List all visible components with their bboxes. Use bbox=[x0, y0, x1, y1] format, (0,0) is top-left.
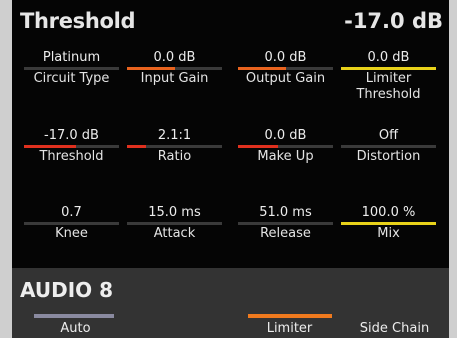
param-track bbox=[24, 222, 119, 225]
param-track bbox=[341, 67, 436, 70]
param-label: Mix bbox=[377, 226, 400, 241]
param-value: 0.0 dB bbox=[367, 50, 410, 65]
parameter-title: Threshold bbox=[20, 9, 136, 33]
param-circuit-type[interactable]: Platinum Circuit Type bbox=[22, 50, 121, 87]
param-track bbox=[238, 222, 333, 225]
param-track bbox=[238, 67, 333, 70]
param-fill bbox=[127, 145, 146, 148]
param-fill bbox=[341, 222, 436, 225]
param-value: 0.7 bbox=[61, 205, 82, 220]
param-value: -17.0 dB bbox=[44, 128, 99, 143]
param-label: Knee bbox=[55, 226, 88, 241]
param-value: 2.1:1 bbox=[157, 128, 192, 143]
param-value: 100.0 % bbox=[361, 205, 416, 220]
param-track bbox=[24, 145, 119, 148]
param-track bbox=[24, 67, 119, 70]
param-track bbox=[238, 145, 333, 148]
param-value: 15.0 ms bbox=[148, 205, 201, 220]
param-fill bbox=[24, 145, 77, 148]
param-track bbox=[127, 67, 222, 70]
param-mix[interactable]: 100.0 % Mix bbox=[339, 205, 438, 242]
param-input-gain[interactable]: 0.0 dB Input Gain bbox=[125, 50, 224, 87]
track-footer: AUDIO 8 Auto Limiter Side Chain bbox=[12, 268, 449, 338]
param-label: Attack bbox=[153, 226, 196, 241]
param-knee[interactable]: 0.7 Knee bbox=[22, 205, 121, 242]
auto-button-indicator bbox=[34, 314, 114, 318]
param-label: Circuit Type bbox=[33, 71, 110, 86]
param-label: Make Up bbox=[257, 149, 314, 164]
param-track bbox=[127, 145, 222, 148]
param-value: 0.0 dB bbox=[264, 128, 307, 143]
param-track bbox=[127, 222, 222, 225]
param-value: Platinum bbox=[42, 50, 101, 65]
param-fill bbox=[341, 67, 436, 70]
param-label: Release bbox=[260, 226, 311, 241]
param-track bbox=[341, 145, 436, 148]
param-limiter-threshold[interactable]: 0.0 dB Limiter Threshold bbox=[339, 50, 438, 103]
param-label: Input Gain bbox=[140, 71, 209, 86]
plugin-screen: Threshold -17.0 dB Platinum Circuit Type… bbox=[12, 0, 449, 338]
param-fill bbox=[238, 67, 286, 70]
param-distortion[interactable]: Off Distortion bbox=[339, 128, 438, 165]
param-track bbox=[341, 222, 436, 225]
param-label: Output Gain bbox=[245, 71, 326, 86]
track-name: AUDIO 8 bbox=[20, 278, 114, 302]
param-fill bbox=[127, 67, 175, 70]
param-value: 0.0 dB bbox=[153, 50, 196, 65]
limiter-button-indicator bbox=[248, 314, 332, 318]
param-label: Threshold bbox=[39, 149, 104, 164]
param-value: Off bbox=[378, 128, 399, 143]
param-value: 0.0 dB bbox=[264, 50, 307, 65]
param-attack[interactable]: 15.0 ms Attack bbox=[125, 205, 224, 242]
parameter-value-readout: -17.0 dB bbox=[344, 9, 443, 33]
param-make-up[interactable]: 0.0 dB Make Up bbox=[236, 128, 335, 165]
param-output-gain[interactable]: 0.0 dB Output Gain bbox=[236, 50, 335, 87]
param-release[interactable]: 51.0 ms Release bbox=[236, 205, 335, 242]
param-label: Distortion bbox=[356, 149, 421, 164]
side-chain-button[interactable]: Side Chain bbox=[345, 321, 444, 336]
param-value: 51.0 ms bbox=[259, 205, 312, 220]
auto-button[interactable]: Auto bbox=[26, 321, 125, 336]
param-ratio[interactable]: 2.1:1 Ratio bbox=[125, 128, 224, 165]
param-label: Limiter Threshold bbox=[356, 71, 421, 102]
param-threshold[interactable]: -17.0 dB Threshold bbox=[22, 128, 121, 165]
limiter-button[interactable]: Limiter bbox=[240, 321, 339, 336]
param-fill bbox=[238, 145, 278, 148]
param-label: Ratio bbox=[157, 149, 192, 164]
